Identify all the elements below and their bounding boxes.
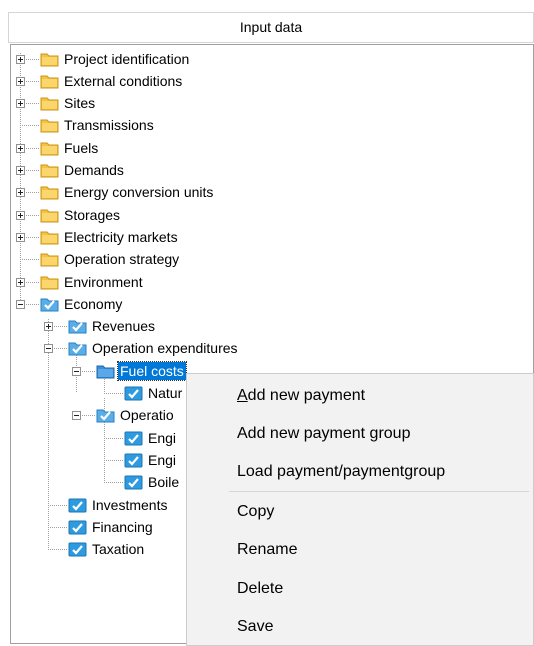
collapse-minus-icon[interactable]: [72, 411, 81, 420]
context-menu-item[interactable]: Save: [237, 610, 273, 644]
tree-node-label[interactable]: Fuel costs: [117, 361, 187, 381]
check-item-icon: [124, 430, 143, 446]
context-menu-item[interactable]: Add new payment group: [237, 417, 410, 451]
folder-icon: [40, 274, 59, 290]
tree-node-label[interactable]: Taxation: [90, 540, 146, 558]
tree-node-label[interactable]: Boile: [146, 473, 181, 491]
folder-icon: [40, 251, 59, 267]
check-item-icon: [68, 541, 87, 557]
tree-node-label[interactable]: Operation expenditures: [90, 339, 240, 357]
menu-item-text: roup: [378, 425, 411, 442]
context-menu-item[interactable]: Add new payment: [237, 379, 365, 413]
tree-node-label[interactable]: Electricity markets: [62, 228, 180, 246]
check-item-icon: [124, 452, 143, 468]
menu-item-text: Add new payment: [237, 425, 370, 442]
blue-folder-icon: [96, 363, 115, 379]
tree-node-label[interactable]: Operation strategy: [62, 250, 181, 268]
panel-header: Input data: [8, 12, 534, 43]
context-menu-gutter: [187, 374, 227, 645]
menu-item-text: Save: [237, 618, 274, 635]
checked-folder-icon: [68, 340, 87, 356]
expand-plus-icon[interactable]: [16, 233, 25, 242]
tree-node-label[interactable]: Transmissions: [62, 116, 156, 134]
checked-folder-icon: [40, 296, 59, 312]
tree-node-label[interactable]: Economy: [62, 295, 124, 313]
expand-plus-icon[interactable]: [16, 55, 25, 64]
folder-icon: [40, 51, 59, 67]
expand-plus-icon[interactable]: [44, 322, 53, 331]
expand-plus-icon[interactable]: [16, 144, 25, 153]
tree-node-label[interactable]: Energy conversion units: [62, 183, 215, 201]
expand-plus-icon[interactable]: [16, 188, 25, 197]
expand-plus-icon[interactable]: [16, 166, 25, 175]
expand-plus-icon[interactable]: [16, 99, 25, 108]
check-item-icon: [68, 519, 87, 535]
context-menu-item[interactable]: Delete: [237, 572, 283, 606]
menu-item-text: Load payment/paymentgroup: [237, 463, 446, 480]
checked-folder-icon: [96, 407, 115, 423]
folder-icon: [40, 117, 59, 133]
folder-icon: [40, 229, 59, 245]
menu-item-text: Copy: [237, 503, 275, 520]
context-menu-item[interactable]: Rename: [237, 533, 297, 567]
collapse-minus-icon[interactable]: [72, 367, 81, 376]
tree-node-label[interactable]: Sites: [62, 94, 97, 112]
folder-icon: [40, 95, 59, 111]
check-item-icon: [124, 474, 143, 490]
context-menu: Add new payment Add new payment group Load…: [186, 373, 534, 646]
folder-icon: [40, 184, 59, 200]
tree-node-label[interactable]: External conditions: [62, 72, 184, 90]
menu-item-text: Rename: [237, 541, 298, 558]
folder-icon: [40, 73, 59, 89]
tree-node-label[interactable]: Financing: [90, 518, 155, 536]
folder-icon: [40, 162, 59, 178]
expand-plus-icon[interactable]: [16, 77, 25, 86]
check-item-icon: [124, 385, 143, 401]
check-item-icon: [68, 497, 87, 513]
menu-item-text: dd new payment: [247, 387, 366, 404]
tree-node-label[interactable]: Fuels: [62, 139, 100, 157]
tree-node-label[interactable]: Demands: [62, 161, 126, 179]
tree-node-label[interactable]: Investments: [90, 496, 169, 514]
expand-plus-icon[interactable]: [16, 278, 25, 287]
tree-node-label[interactable]: Revenues: [90, 317, 157, 335]
tree-node-label[interactable]: Project identification: [62, 50, 191, 68]
menu-item-text: Delete: [237, 580, 284, 597]
tree-node-label[interactable]: Engi: [146, 451, 178, 469]
folder-icon: [40, 140, 59, 156]
context-menu-item[interactable]: Load payment/paymentgroup: [237, 455, 445, 489]
collapse-minus-icon[interactable]: [44, 344, 53, 353]
collapse-minus-icon[interactable]: [16, 300, 25, 309]
expand-plus-icon[interactable]: [16, 211, 25, 220]
menu-item-accelerator: A: [237, 387, 248, 404]
panel-title: Input data: [239, 19, 303, 35]
tree-node-label[interactable]: Environment: [62, 273, 145, 291]
checked-folder-icon: [68, 318, 87, 334]
tree-node-label[interactable]: Engi: [146, 429, 178, 447]
tree-node-label[interactable]: Storages: [62, 206, 122, 224]
menu-separator: [229, 491, 529, 492]
folder-icon: [40, 207, 59, 223]
context-menu-item[interactable]: Copy: [237, 495, 274, 529]
tree-node-label[interactable]: Operatio: [118, 406, 176, 424]
tree-node-label[interactable]: Natur: [146, 384, 184, 402]
